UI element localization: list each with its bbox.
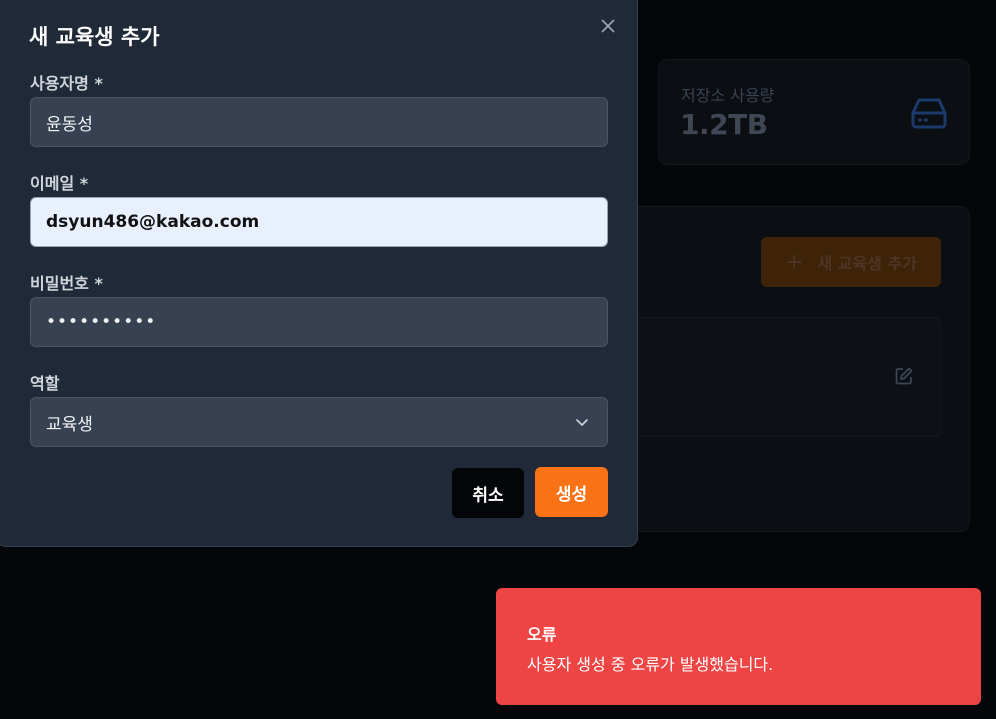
add-trainee-modal: 새 교육생 추가 사용자명 * 윤동성 이메일 * dsyun486@kakao… bbox=[0, 0, 638, 547]
list-item bbox=[637, 317, 941, 437]
email-field[interactable]: dsyun486@kakao.com bbox=[30, 197, 608, 247]
app-screen: 저장소 사용량 1.2TB + 새 교육생 추가 새 교육생 추가 사용자명 *… bbox=[0, 0, 996, 719]
create-button[interactable]: 생성 bbox=[535, 467, 608, 517]
close-button[interactable] bbox=[597, 15, 619, 37]
storage-usage-label: 저장소 사용량 bbox=[681, 86, 775, 105]
toast-title: 오류 bbox=[527, 625, 557, 644]
trainee-list-card: + 새 교육생 추가 bbox=[622, 206, 970, 532]
error-toast[interactable]: 오류 사용자 생성 중 오류가 발생했습니다. bbox=[496, 588, 981, 705]
username-field[interactable]: 윤동성 bbox=[30, 97, 608, 147]
storage-usage-card: 저장소 사용량 1.2TB bbox=[658, 59, 970, 165]
add-trainee-button-label: 새 교육생 추가 bbox=[817, 254, 917, 273]
cancel-button[interactable]: 취소 bbox=[452, 468, 524, 518]
role-label: 역할 bbox=[30, 374, 60, 393]
close-icon bbox=[601, 19, 615, 33]
storage-usage-value: 1.2TB bbox=[680, 108, 768, 141]
toast-message: 사용자 생성 중 오류가 발생했습니다. bbox=[527, 655, 774, 674]
role-select[interactable]: 교육생 bbox=[30, 397, 608, 447]
plus-icon: + bbox=[785, 249, 804, 275]
password-label: 비밀번호 * bbox=[30, 274, 103, 293]
edit-icon[interactable] bbox=[894, 366, 914, 386]
add-trainee-button[interactable]: + 새 교육생 추가 bbox=[761, 237, 941, 287]
password-field[interactable]: •••••••••• bbox=[30, 297, 608, 347]
role-select-value: 교육생 bbox=[46, 414, 93, 435]
chevron-down-icon bbox=[576, 419, 588, 426]
hard-drive-icon bbox=[911, 98, 947, 129]
email-label: 이메일 * bbox=[30, 174, 89, 193]
modal-title: 새 교육생 추가 bbox=[29, 25, 160, 49]
username-label: 사용자명 * bbox=[30, 74, 103, 93]
